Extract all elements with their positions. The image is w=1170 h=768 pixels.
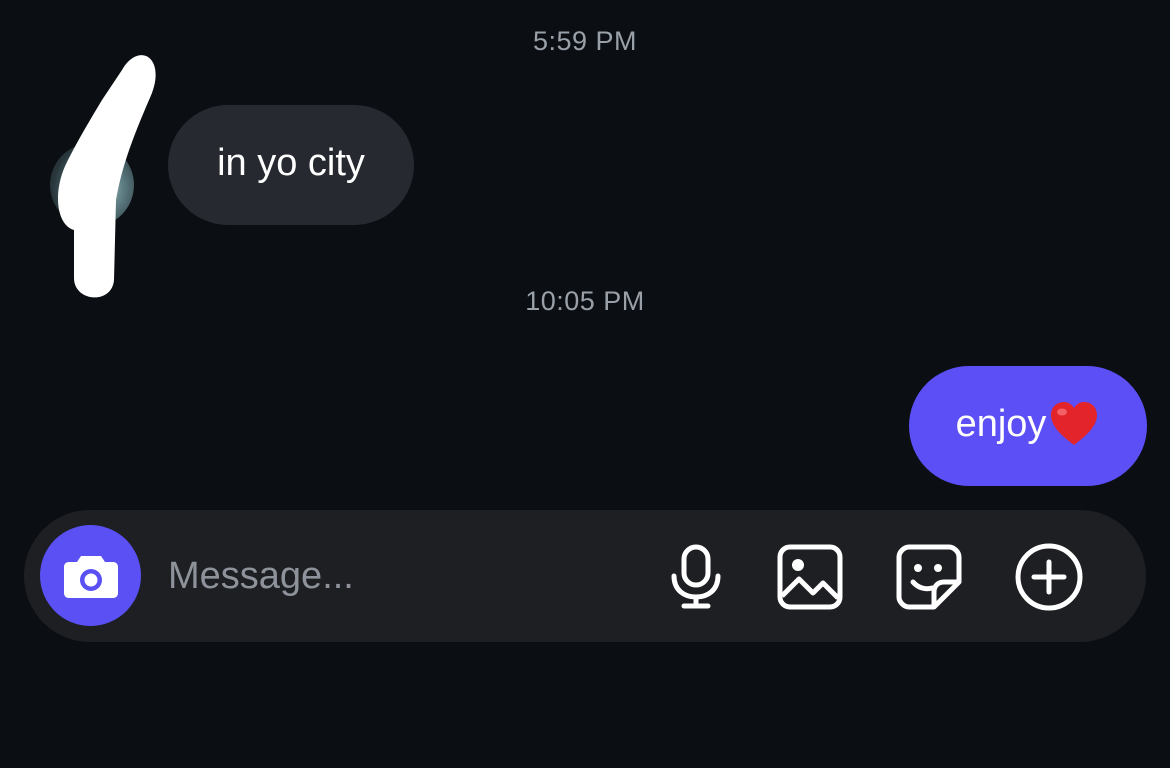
camera-icon xyxy=(63,555,118,598)
microphone-icon xyxy=(671,544,721,609)
plus-icon xyxy=(1015,543,1083,611)
microphone-button[interactable] xyxy=(661,542,731,612)
red-heart-icon xyxy=(1051,402,1098,445)
gallery-icon xyxy=(777,544,843,610)
message-timestamp: 10:05 PM xyxy=(525,286,645,316)
redaction-scribble xyxy=(57,55,156,298)
message-text: enjoy xyxy=(955,402,1047,445)
message-text: in yo city xyxy=(217,141,365,184)
incoming-message-bubble[interactable]: in yo city xyxy=(168,105,414,225)
sender-avatar[interactable] xyxy=(44,40,169,310)
add-button[interactable] xyxy=(1014,542,1084,612)
message-timestamp: 5:59 PM xyxy=(532,26,638,56)
outgoing-message-bubble[interactable]: enjoy xyxy=(909,366,1147,486)
message-input[interactable] xyxy=(168,546,628,606)
sticker-icon xyxy=(896,544,962,610)
chat-screen: 5:59 PM in yo city 10:05 PM enjoy xyxy=(0,0,1170,768)
gallery-button[interactable] xyxy=(775,542,845,612)
camera-button[interactable] xyxy=(40,525,141,626)
message-composer xyxy=(24,510,1146,642)
sticker-button[interactable] xyxy=(894,542,964,612)
